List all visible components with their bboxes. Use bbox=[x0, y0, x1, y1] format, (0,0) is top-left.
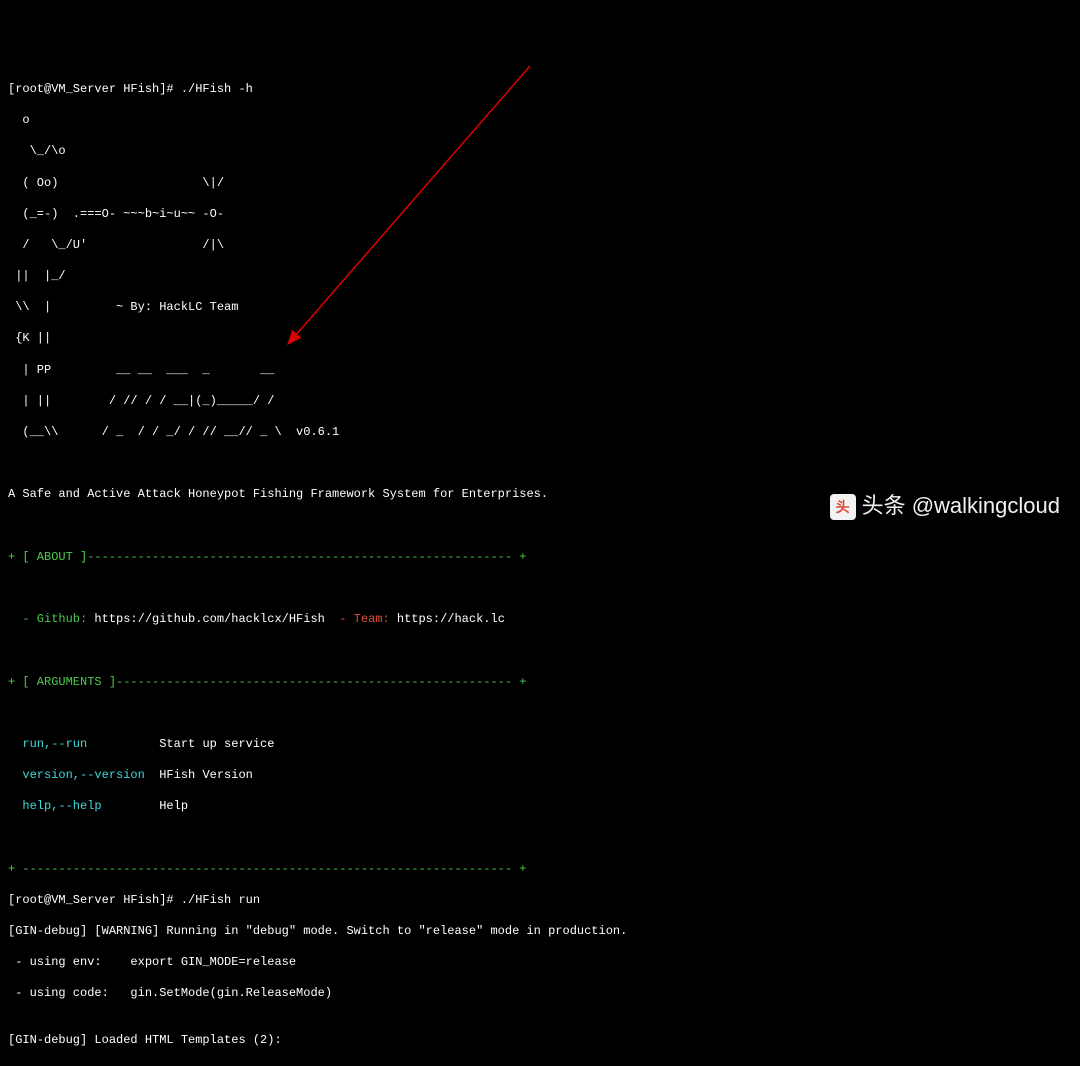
watermark: 头 头条 @walkingcloud bbox=[830, 492, 1060, 521]
arg-flag: help,--help bbox=[8, 799, 159, 813]
team-label: - Team: bbox=[325, 612, 397, 626]
arg-desc: HFish Version bbox=[159, 768, 253, 782]
debug-line: [GIN-debug] [WARNING] Running in "debug"… bbox=[8, 924, 1072, 940]
debug-line: - using env: export GIN_MODE=release bbox=[8, 955, 1072, 971]
prompt-line-1: [root@VM_Server HFish]# ./HFish -h bbox=[8, 82, 1072, 98]
debug-line: - using code: gin.SetMode(gin.ReleaseMod… bbox=[8, 986, 1072, 1002]
ascii-art-line: | PP __ __ ___ _ __ bbox=[8, 363, 1072, 379]
ascii-art-line: / \_/U' /|\ bbox=[8, 238, 1072, 254]
arg-flag: version,--version bbox=[8, 768, 159, 782]
arg-flag: run,--run bbox=[8, 737, 159, 751]
ascii-art-line: o bbox=[8, 113, 1072, 129]
ascii-art-line: {K || bbox=[8, 331, 1072, 347]
watermark-icon: 头 bbox=[830, 494, 856, 520]
ascii-art-line: (__\\ / _ / / _/ / // __// _ \ v0.6.1 bbox=[8, 425, 1072, 441]
watermark-text: 头条 @walkingcloud bbox=[862, 492, 1060, 521]
about-links-line: - Github: https://github.com/hacklcx/HFi… bbox=[8, 612, 1072, 628]
arg-row: help,--help Help bbox=[8, 799, 1072, 815]
team-url: https://hack.lc bbox=[397, 612, 505, 626]
arguments-section-header: + [ ARGUMENTS ]-------------------------… bbox=[8, 675, 1072, 691]
arg-desc: Start up service bbox=[159, 737, 274, 751]
ascii-art-line: (_=-) .===O- ~~~b~i~u~~ -O- bbox=[8, 207, 1072, 223]
terminal-output: [root@VM_Server HFish]# ./HFish -h o \_/… bbox=[8, 66, 1072, 1066]
footer-dashes: + --------------------------------------… bbox=[8, 862, 1072, 878]
about-section-header: + [ ABOUT ]-----------------------------… bbox=[8, 550, 1072, 566]
prompt-line-2: [root@VM_Server HFish]# ./HFish run bbox=[8, 893, 1072, 909]
ascii-art-line: || |_/ bbox=[8, 269, 1072, 285]
arg-row: version,--version HFish Version bbox=[8, 768, 1072, 784]
arg-desc: Help bbox=[159, 799, 188, 813]
github-url: https://github.com/hacklcx/HFish bbox=[94, 612, 324, 626]
ascii-art-line: | || / // / / __|(_)_____/ / bbox=[8, 394, 1072, 410]
ascii-art-line: \_/\o bbox=[8, 144, 1072, 160]
ascii-art-line: ( Oo) \|/ bbox=[8, 176, 1072, 192]
ascii-art-line: \\ | ~ By: HackLC Team bbox=[8, 300, 1072, 316]
arg-row: run,--run Start up service bbox=[8, 737, 1072, 753]
debug-line: - bbox=[8, 1064, 1072, 1066]
debug-line: [GIN-debug] Loaded HTML Templates (2): bbox=[8, 1033, 1072, 1049]
github-label: - Github: bbox=[8, 612, 94, 626]
